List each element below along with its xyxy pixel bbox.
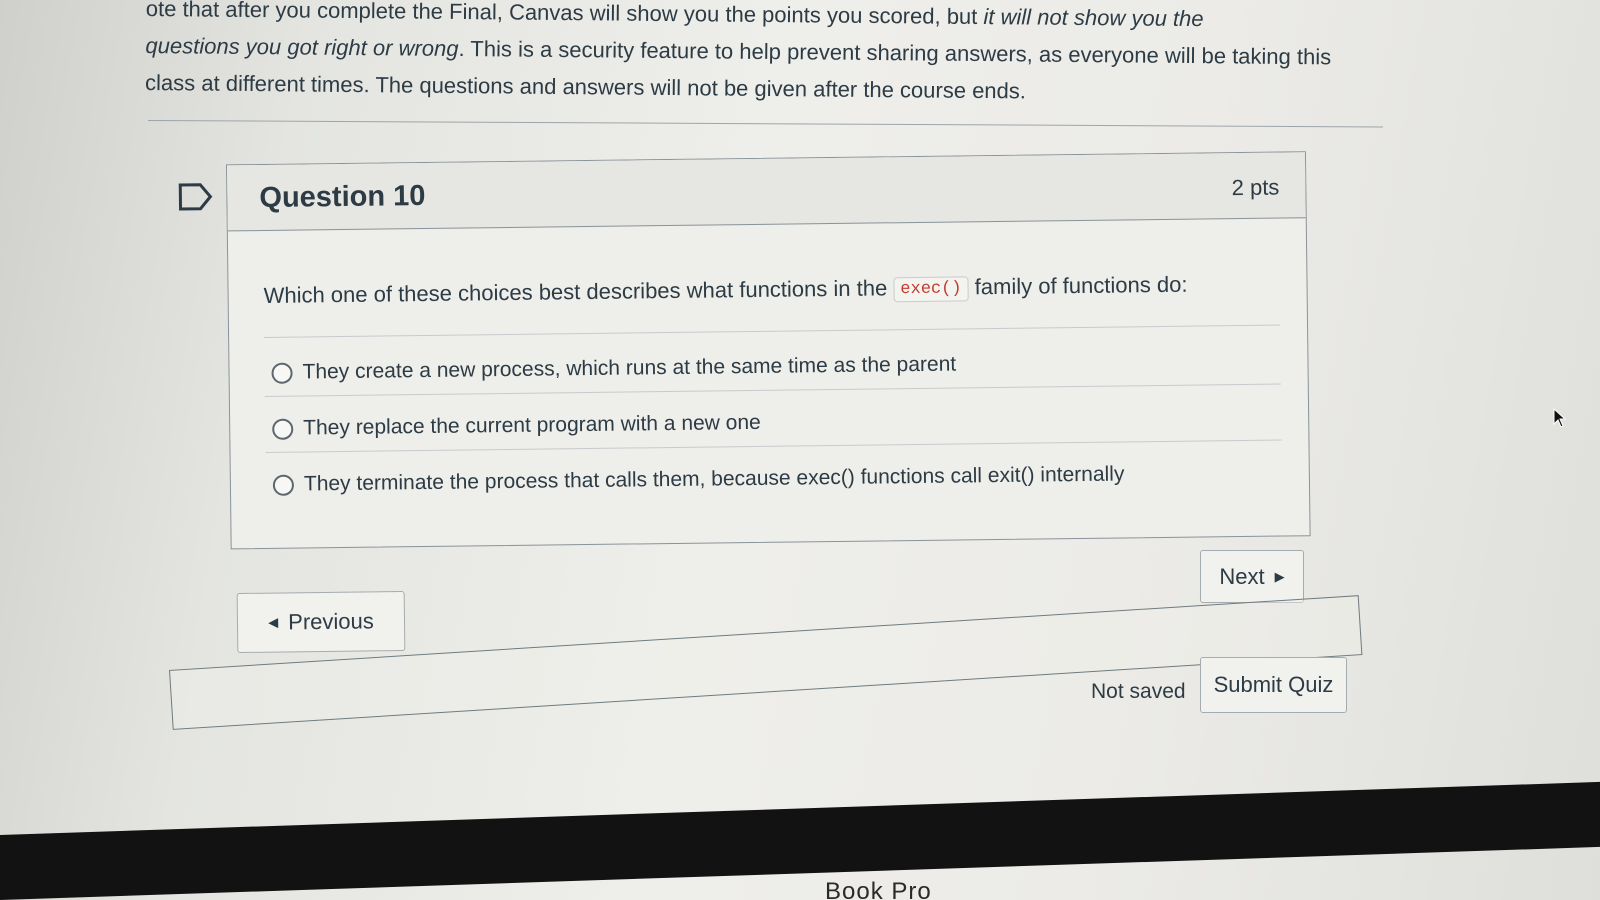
instructions-emphasis: questions you got right or wrong — [145, 32, 459, 62]
question-points: 2 pts — [1231, 174, 1280, 201]
caret-right-icon: ▶ — [1274, 568, 1285, 584]
submit-quiz-button[interactable]: Submit Quiz — [1200, 657, 1347, 713]
answer-label: They terminate the process that calls th… — [303, 462, 1125, 496]
answer-separator — [264, 383, 1281, 397]
radio-button[interactable] — [272, 474, 295, 496]
screen: ote that after you complete the Final, C… — [0, 0, 1600, 900]
question-text-before: Which one of these choices best describe… — [263, 275, 888, 308]
question-container: Question 10 2 pts Which one of these cho… — [178, 151, 1328, 550]
previous-label: Previous — [288, 608, 374, 635]
question-text-after: family of functions do: — [974, 271, 1188, 300]
answer-separator — [264, 324, 1281, 338]
question-header: Question 10 2 pts — [227, 152, 1306, 232]
bezel-brand-text: Book Pro — [825, 878, 932, 900]
answer-separator — [265, 439, 1282, 453]
answer-option[interactable]: They create a new process, which runs at… — [271, 353, 956, 385]
mouse-cursor-icon — [1553, 408, 1567, 428]
flag-question-icon[interactable] — [178, 183, 214, 211]
next-label: Next — [1219, 563, 1265, 589]
instructions-text: ote that after you complete the Final, C… — [145, 0, 984, 30]
radio-button[interactable] — [272, 418, 294, 440]
question-title: Question 10 — [259, 179, 426, 215]
divider — [147, 120, 1383, 128]
laptop-bezel — [0, 781, 1600, 900]
quiz-instructions: ote that after you complete the Final, C… — [145, 0, 1356, 113]
previous-button[interactable]: ◀ Previous — [236, 590, 406, 654]
answer-option[interactable]: They replace the current program with a … — [272, 411, 761, 441]
question-card: Question 10 2 pts Which one of these cho… — [225, 151, 1311, 550]
radio-button[interactable] — [271, 362, 293, 384]
instructions-text: . This is a security feature to help pre… — [458, 36, 1332, 70]
answer-label: They replace the current program with a … — [303, 410, 761, 440]
submit-label: Submit Quiz — [1213, 672, 1334, 697]
question-text: Which one of these choices best describe… — [263, 272, 1187, 310]
instructions-emphasis: it will not show you the — [983, 4, 1204, 32]
save-status: Not saved — [1091, 680, 1186, 703]
answer-option[interactable]: They terminate the process that calls th… — [272, 462, 1125, 496]
next-button[interactable]: Next ▶ — [1200, 550, 1304, 603]
code-snippet: exec() — [893, 276, 969, 303]
answer-label: They create a new process, which runs at… — [302, 352, 957, 384]
caret-left-icon: ◀ — [268, 614, 279, 630]
